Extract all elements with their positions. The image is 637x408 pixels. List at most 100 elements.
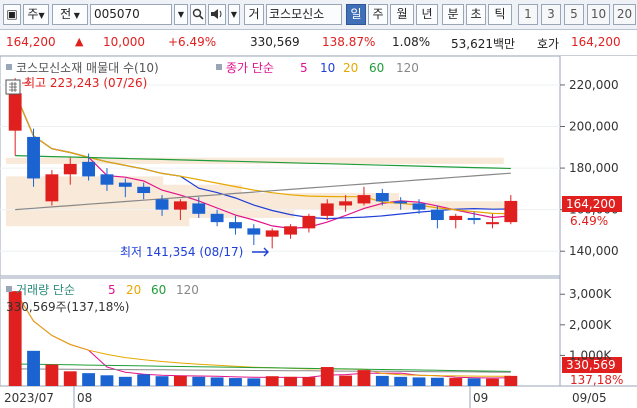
volume-last-label: 330,569주(137,18%) bbox=[6, 300, 129, 314]
candle-body[interactable] bbox=[284, 226, 297, 235]
candle-body[interactable] bbox=[265, 230, 279, 237]
stock-code-input[interactable]: 005070 bbox=[90, 4, 172, 25]
period-month[interactable]: 월 bbox=[390, 4, 414, 25]
volume-bar[interactable] bbox=[100, 375, 114, 386]
volume-tick-label: 1,000K bbox=[569, 348, 612, 362]
candle-body[interactable] bbox=[467, 217, 481, 221]
volume-bar[interactable] bbox=[155, 376, 169, 386]
volume-bar[interactable] bbox=[375, 375, 389, 386]
speaker-button[interactable] bbox=[208, 4, 226, 25]
interval-1[interactable]: 1 bbox=[518, 4, 538, 25]
volume-tick-label: 2,000K bbox=[569, 318, 612, 332]
volume-bar[interactable] bbox=[357, 370, 371, 386]
market-button[interactable]: 거 bbox=[244, 4, 264, 25]
volume-bar[interactable] bbox=[63, 371, 77, 386]
volume-tick-label: 3,000K bbox=[569, 287, 612, 301]
speaker-icon bbox=[211, 9, 222, 19]
mode-select[interactable]: 전 ▼ bbox=[52, 4, 88, 25]
period-day[interactable]: 일 bbox=[346, 4, 366, 25]
volume-bar[interactable] bbox=[229, 378, 242, 386]
legend-square-icon bbox=[6, 286, 12, 292]
candle-body[interactable] bbox=[357, 195, 371, 204]
turnover-rate: 1.08% bbox=[392, 35, 431, 49]
volume-bar[interactable] bbox=[210, 377, 224, 386]
candle-body[interactable] bbox=[210, 213, 224, 223]
period-year[interactable]: 년 bbox=[416, 4, 438, 25]
candle-body[interactable] bbox=[412, 203, 426, 210]
candle-body[interactable] bbox=[45, 174, 59, 202]
volume-bar[interactable] bbox=[339, 375, 353, 386]
candle-body[interactable] bbox=[82, 161, 96, 177]
ma60-legend: 60 bbox=[369, 61, 384, 75]
candle-body[interactable] bbox=[63, 163, 77, 175]
candle-body[interactable] bbox=[118, 182, 132, 187]
window-icon[interactable]: ▣ bbox=[3, 4, 21, 25]
candle-body[interactable] bbox=[449, 215, 463, 221]
chart-area[interactable]: 220,000200,000180,000160,000140,000 코스모신… bbox=[0, 55, 637, 408]
type-select[interactable]: 주▼ bbox=[23, 4, 49, 25]
volume-bar[interactable] bbox=[247, 378, 261, 386]
ma-legend-label: 종가 단순 bbox=[226, 61, 274, 75]
candle-body[interactable] bbox=[27, 136, 40, 179]
legend-square-icon bbox=[216, 64, 222, 70]
volume-bar[interactable] bbox=[27, 350, 40, 386]
x-label-aug: 08 bbox=[77, 391, 92, 405]
search-button[interactable] bbox=[190, 4, 206, 25]
candle-body[interactable] bbox=[504, 200, 518, 223]
volume-bar[interactable] bbox=[449, 378, 463, 386]
volume-bar[interactable] bbox=[320, 367, 334, 386]
low-price-label: 최저 141,354 (08/17) bbox=[120, 245, 243, 259]
stock-name[interactable]: 코스모신소 bbox=[266, 4, 342, 25]
trade-amount: 53,621백만 bbox=[451, 37, 516, 51]
candle-body[interactable] bbox=[375, 193, 389, 202]
period-minute[interactable]: 분 bbox=[442, 4, 464, 25]
volume-bar[interactable] bbox=[192, 376, 206, 386]
candle-body[interactable] bbox=[247, 228, 261, 235]
candle-body[interactable] bbox=[339, 201, 353, 206]
volume-value: 330,569 bbox=[250, 35, 300, 49]
volume-bar[interactable] bbox=[173, 375, 187, 386]
period-second[interactable]: 초 bbox=[466, 4, 486, 25]
volume-bar[interactable] bbox=[394, 376, 408, 386]
toolbar: ▣ 주▼ 전 ▼ 005070 ▼ ▼ 거 코스모신소 일 주 월 년 분 초 … bbox=[0, 0, 637, 30]
candle-body[interactable] bbox=[302, 215, 316, 229]
volume-bar[interactable] bbox=[302, 377, 316, 386]
volume-bar[interactable] bbox=[430, 377, 444, 386]
volume-bar[interactable] bbox=[265, 376, 279, 386]
chevron-down-icon: ▼ bbox=[71, 11, 80, 20]
candle-body[interactable] bbox=[229, 222, 242, 229]
candle-body[interactable] bbox=[486, 222, 499, 225]
volume-profile-band bbox=[6, 157, 504, 164]
stock-chart[interactable]: 220,000200,000180,000160,000140,000 코스모신… bbox=[0, 55, 637, 408]
volume-bar[interactable] bbox=[284, 376, 297, 386]
volume-bar[interactable] bbox=[82, 373, 96, 386]
candle-body[interactable] bbox=[155, 199, 169, 210]
candle-body[interactable] bbox=[100, 174, 114, 185]
vol-ma60-legend: 60 bbox=[151, 283, 166, 297]
volume-bar[interactable] bbox=[118, 376, 132, 386]
candle-body[interactable] bbox=[173, 201, 187, 210]
volume-bar[interactable] bbox=[137, 374, 151, 386]
candle-body[interactable] bbox=[137, 186, 151, 194]
interval-5[interactable]: 5 bbox=[564, 4, 584, 25]
candle-body[interactable] bbox=[192, 203, 206, 214]
interval-10[interactable]: 10 bbox=[587, 4, 610, 25]
interval-3[interactable]: 3 bbox=[541, 4, 561, 25]
period-tick[interactable]: 틱 bbox=[488, 4, 512, 25]
last-price-value: 164,200 bbox=[566, 197, 616, 211]
volume-bar[interactable] bbox=[45, 364, 59, 386]
candle-body[interactable] bbox=[394, 201, 408, 204]
candle-body[interactable] bbox=[320, 203, 334, 216]
volume-bar[interactable] bbox=[467, 378, 481, 386]
speaker-dropdown-button[interactable]: ▼ bbox=[228, 4, 240, 25]
vol-ma5-legend: 5 bbox=[108, 283, 116, 297]
volume-bar[interactable] bbox=[504, 375, 518, 386]
interval-20[interactable]: 20 bbox=[613, 4, 636, 25]
candle-body[interactable] bbox=[430, 209, 444, 221]
candle-body[interactable] bbox=[8, 93, 22, 131]
ma20-legend: 20 bbox=[343, 61, 358, 75]
volume-bar[interactable] bbox=[486, 378, 499, 386]
period-week[interactable]: 주 bbox=[368, 4, 388, 25]
volume-bar[interactable] bbox=[412, 377, 426, 386]
code-dropdown-button[interactable]: ▼ bbox=[174, 4, 188, 25]
